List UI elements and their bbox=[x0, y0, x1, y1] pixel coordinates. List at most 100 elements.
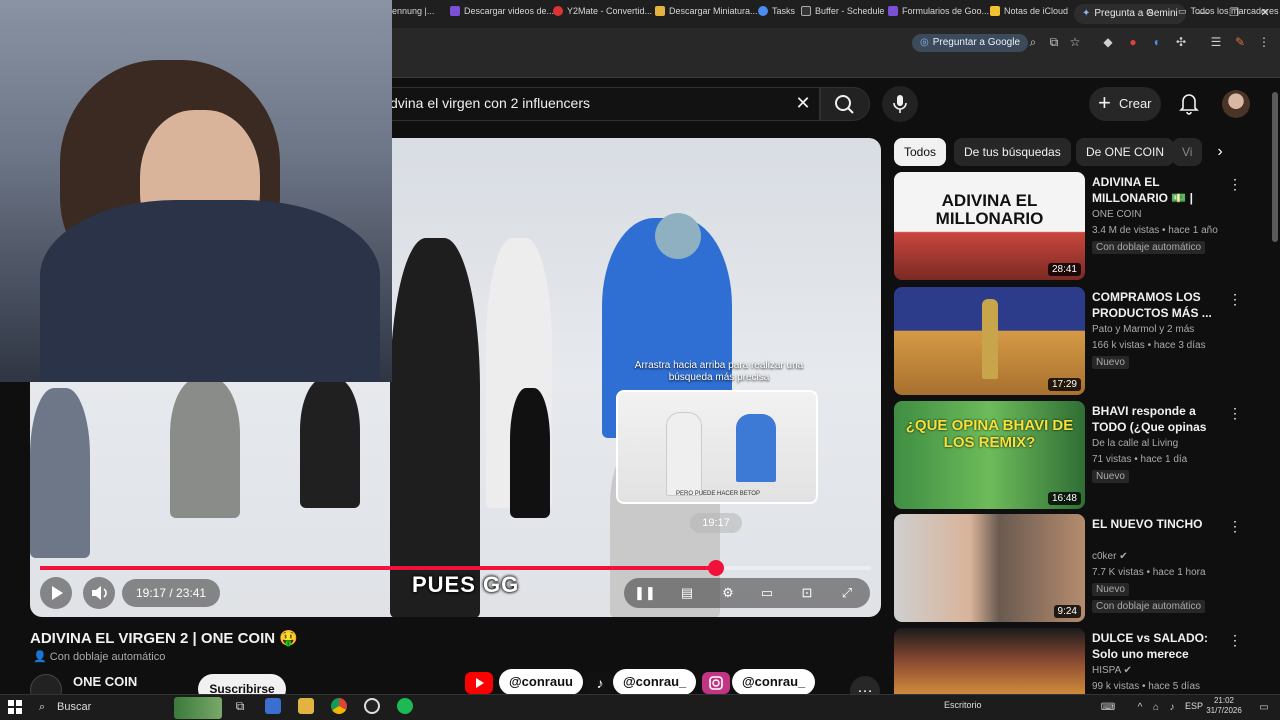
chip-from-searches[interactable]: De tus búsquedas bbox=[954, 138, 1071, 166]
gemini-button[interactable]: ✦ Pregunta a Gemini bbox=[1074, 4, 1186, 24]
profile-extension-icon[interactable]: ✎ bbox=[1232, 34, 1248, 50]
recommendation-item[interactable]: 9:24 EL NUEVO TINCHO c0ker ✔ 7.7 K vista… bbox=[894, 514, 1264, 622]
bookmark-item[interactable]: Descargar videos de... bbox=[450, 0, 554, 22]
gemini-button-label: Pregunta a Gemini bbox=[1094, 8, 1178, 19]
recommendation-title[interactable]: EL NUEVO TINCHO bbox=[1092, 516, 1224, 532]
recommendation-channel[interactable]: c0ker ✔ bbox=[1092, 551, 1232, 562]
more-vert-icon[interactable]: ⋮ bbox=[1228, 291, 1242, 308]
more-vert-icon[interactable]: ⋮ bbox=[1228, 405, 1242, 422]
folder-icon: ▭ bbox=[1178, 6, 1187, 16]
bookmark-favicon-icon bbox=[888, 6, 898, 16]
video-duration: 17:29 bbox=[1047, 378, 1081, 391]
recommendation-title[interactable]: ADIVINA EL MILLONARIO 💵 | ONE... bbox=[1092, 174, 1224, 206]
extension-icon[interactable]: ◆ bbox=[1100, 34, 1116, 50]
pause-autoplay-icon[interactable]: ❚❚ bbox=[634, 585, 656, 601]
bookmark-item[interactable]: Formularios de Goo... bbox=[888, 0, 989, 22]
recommendation-item[interactable]: DULCE vs SALADO: Solo uno merece exist..… bbox=[894, 628, 1264, 694]
social-handle-tiktok: @conrau_ bbox=[613, 669, 697, 695]
recommendation-channel[interactable]: De la calle al Living bbox=[1092, 438, 1232, 449]
desktop-label[interactable]: Escritorio bbox=[944, 700, 982, 710]
taskbar-clock[interactable]: 21:02 31/7/2026 bbox=[1200, 696, 1248, 716]
video-duration: 16:48 bbox=[1047, 492, 1081, 505]
tiktok-logo-icon: ♪ bbox=[586, 672, 614, 694]
instagram-logo-icon bbox=[702, 672, 730, 694]
spotify-icon[interactable] bbox=[397, 698, 413, 714]
windows-start-icon[interactable] bbox=[8, 700, 22, 714]
obs-icon[interactable] bbox=[364, 698, 380, 714]
browser-menu-icon[interactable]: ⋮ bbox=[1256, 34, 1272, 50]
account-avatar[interactable] bbox=[1222, 90, 1250, 118]
bookmark-item[interactable]: Tasks bbox=[758, 0, 795, 22]
page-scrollbar[interactable] bbox=[1272, 92, 1278, 242]
all-bookmarks-button[interactable]: ▭ Todos los marcadores bbox=[1178, 0, 1279, 22]
tray-chevron-icon[interactable]: ^ bbox=[1132, 700, 1148, 716]
bookmark-item[interactable]: Buffer - Schedule bbox=[801, 0, 884, 22]
more-vert-icon[interactable]: ⋮ bbox=[1228, 176, 1242, 193]
chip-more[interactable]: Vi bbox=[1172, 138, 1202, 166]
bookmark-item[interactable]: Y2Mate - Convertid... bbox=[553, 0, 652, 22]
recommendation-item[interactable]: 17:29 COMPRAMOS LOS PRODUCTOS MÁS ... Pa… bbox=[894, 287, 1264, 395]
fullscreen-icon[interactable]: ⤢ bbox=[838, 585, 856, 601]
clock-time: 21:02 bbox=[1213, 696, 1235, 705]
channel-label: HISPA bbox=[1092, 665, 1121, 676]
cast-icon[interactable]: ⊡ bbox=[798, 585, 816, 601]
bookmark-item[interactable]: Notas de iCloud bbox=[990, 0, 1068, 22]
recommendation-thumbnail[interactable] bbox=[894, 628, 1085, 694]
taskbar-widget-icon[interactable] bbox=[174, 697, 222, 719]
speaker-icon[interactable]: ♪ bbox=[1164, 700, 1180, 716]
subtitles-icon[interactable]: ▤ bbox=[678, 585, 696, 601]
preview-figure bbox=[666, 412, 702, 496]
recommendation-channel[interactable]: HISPA ✔ bbox=[1092, 665, 1232, 676]
bookmark-item[interactable]: ennung |... bbox=[392, 0, 434, 22]
bookmark-label: Formularios de Goo... bbox=[902, 6, 990, 16]
voice-search-button[interactable] bbox=[882, 86, 918, 122]
recommendation-item[interactable]: ¿QUE OPINA BHAVI DE LOS REMIX? 16:48 BHA… bbox=[894, 401, 1264, 509]
microsoft-store-icon[interactable] bbox=[265, 698, 281, 714]
bookmark-star-icon[interactable]: ☆ bbox=[1067, 34, 1083, 50]
settings-gear-icon[interactable]: ⚙ bbox=[719, 585, 737, 601]
zoom-icon[interactable]: ⌕ bbox=[1025, 34, 1041, 50]
recommendation-title[interactable]: DULCE vs SALADO: Solo uno merece exist..… bbox=[1092, 630, 1224, 662]
bookmarks-overflow-icon[interactable]: » bbox=[1147, 0, 1154, 22]
volume-button[interactable] bbox=[83, 577, 115, 609]
notifications-icon[interactable] bbox=[1176, 90, 1202, 116]
recommendation-thumbnail[interactable]: 9:24 bbox=[894, 514, 1085, 622]
chevron-right-icon[interactable]: › bbox=[1208, 141, 1232, 163]
search-button[interactable] bbox=[820, 87, 870, 121]
clear-search-icon[interactable]: ✕ bbox=[792, 92, 814, 114]
tab-search-icon[interactable]: ☰ bbox=[1208, 34, 1224, 50]
more-vert-icon[interactable]: ⋮ bbox=[1228, 632, 1242, 649]
extension-blue-icon[interactable]: ◖ bbox=[1148, 34, 1164, 50]
task-view-icon[interactable]: ⧉ bbox=[232, 698, 248, 714]
network-icon[interactable]: ⌂ bbox=[1148, 700, 1164, 716]
video-figure bbox=[390, 238, 480, 617]
channel-name[interactable]: ONE COIN bbox=[73, 674, 137, 689]
extension-red-icon[interactable]: ● bbox=[1125, 34, 1141, 50]
keyboard-icon[interactable]: ⌨ bbox=[1100, 700, 1116, 716]
extensions-puzzle-icon[interactable]: ✣ bbox=[1173, 34, 1189, 50]
chrome-icon[interactable] bbox=[331, 698, 347, 714]
recommendation-channel[interactable]: ONE COIN bbox=[1092, 209, 1232, 220]
more-vert-icon[interactable]: ⋮ bbox=[1228, 518, 1242, 535]
recommendation-title[interactable]: COMPRAMOS LOS PRODUCTOS MÁS ... bbox=[1092, 289, 1224, 321]
scrub-preview-time: 19:17 bbox=[690, 513, 742, 533]
bookmark-favicon-icon bbox=[450, 6, 460, 16]
chip-from-channel[interactable]: De ONE COIN bbox=[1076, 138, 1175, 166]
recommendation-item[interactable]: ADIVINA EL MILLONARIO 28:41 ADIVINA EL M… bbox=[894, 172, 1264, 280]
file-explorer-icon[interactable] bbox=[298, 698, 314, 714]
install-app-icon[interactable]: ⧉ bbox=[1046, 34, 1062, 50]
recommendation-title[interactable]: BHAVI responde a TODO (¿Que opinas de... bbox=[1092, 403, 1224, 435]
theater-mode-icon[interactable]: ▭ bbox=[758, 585, 776, 601]
chip-all[interactable]: Todos bbox=[894, 138, 947, 166]
bookmark-label: Descargar videos de... bbox=[464, 6, 555, 16]
recommendation-thumbnail[interactable]: 17:29 bbox=[894, 287, 1085, 395]
progress-bar[interactable] bbox=[40, 560, 871, 576]
recommendation-channel[interactable]: Pato y Marmol y 2 más bbox=[1092, 324, 1232, 335]
recommendation-thumbnail[interactable]: ¿QUE OPINA BHAVI DE LOS REMIX? 16:48 bbox=[894, 401, 1085, 509]
recommendation-thumbnail[interactable]: ADIVINA EL MILLONARIO 28:41 bbox=[894, 172, 1085, 280]
ask-google-button[interactable]: ◎ Preguntar a Google bbox=[912, 34, 1029, 52]
notifications-center-icon[interactable]: ▭ bbox=[1256, 700, 1272, 716]
bookmark-item[interactable]: Descargar Miniatura... bbox=[655, 0, 758, 22]
play-button[interactable] bbox=[40, 577, 72, 609]
video-duration: 9:24 bbox=[1053, 605, 1081, 618]
